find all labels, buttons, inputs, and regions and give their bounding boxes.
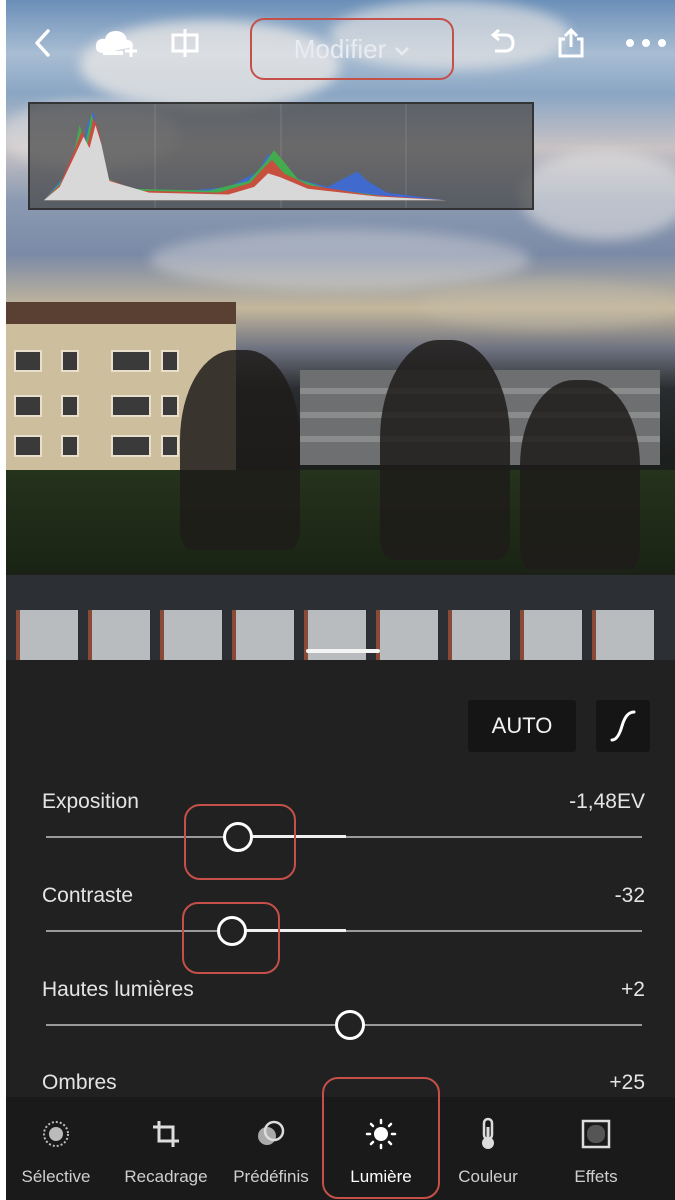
slider-label: Exposition — [42, 790, 139, 813]
slider-value: -1,48EV — [569, 790, 645, 813]
slider-label: Contraste — [42, 884, 134, 907]
auto-button[interactable]: AUTO — [468, 700, 576, 752]
tab-effects[interactable]: Effets — [556, 1097, 636, 1200]
tab-label: Effets — [574, 1167, 618, 1186]
slider-highlights: Hautes lumières +2 — [6, 978, 675, 1068]
chevron-down-icon — [394, 41, 410, 62]
slider-value: +2 — [621, 978, 645, 1001]
panel-drag-handle[interactable] — [306, 649, 380, 653]
slider-value: +25 — [609, 1071, 645, 1094]
slider-thumb[interactable] — [335, 1010, 365, 1040]
effects-icon — [579, 1117, 613, 1151]
tab-selective[interactable]: Sélective — [14, 1097, 98, 1200]
slider-value: -32 — [614, 884, 645, 907]
selective-icon — [39, 1117, 73, 1151]
slider-exposure: Exposition -1,48EV — [6, 790, 675, 880]
histogram — [28, 102, 534, 210]
back-icon[interactable] — [26, 26, 60, 60]
annotation-highlight — [322, 1077, 440, 1199]
top-bar: Modifier — [0, 14, 675, 80]
light-panel: AUTO Exposition -1,48EV Contraste -32 Ha… — [6, 660, 675, 1100]
compare-icon[interactable] — [168, 26, 202, 60]
slider-label: Ombres — [42, 1071, 117, 1094]
crop-icon — [149, 1117, 183, 1151]
share-icon[interactable] — [554, 26, 588, 60]
slider-label: Hautes lumières — [42, 978, 194, 1001]
page-title: Modifier — [293, 33, 387, 64]
annotation-highlight — [184, 804, 296, 880]
slider-contrast: Contraste -32 — [6, 884, 675, 974]
thermometer-icon — [471, 1117, 505, 1151]
tab-label: Recadrage — [124, 1167, 208, 1186]
tab-label: Sélective — [21, 1167, 91, 1186]
annotation-highlight — [182, 902, 280, 974]
photo-preview[interactable] — [0, 0, 675, 670]
tab-label: Couleur — [458, 1167, 518, 1186]
left-margin — [0, 0, 6, 1200]
tab-presets[interactable]: Prédéfinis — [228, 1097, 314, 1200]
more-icon[interactable] — [622, 26, 670, 60]
undo-icon[interactable] — [484, 26, 518, 60]
edit-mode-dropdown[interactable]: Modifier — [250, 18, 454, 80]
tone-curve-icon[interactable] — [596, 700, 650, 752]
tab-crop[interactable]: Recadrage — [114, 1097, 218, 1200]
tab-label: Prédéfinis — [233, 1167, 309, 1186]
presets-icon — [254, 1117, 288, 1151]
tab-color[interactable]: Couleur — [446, 1097, 530, 1200]
cloud-add-icon[interactable] — [92, 26, 142, 60]
